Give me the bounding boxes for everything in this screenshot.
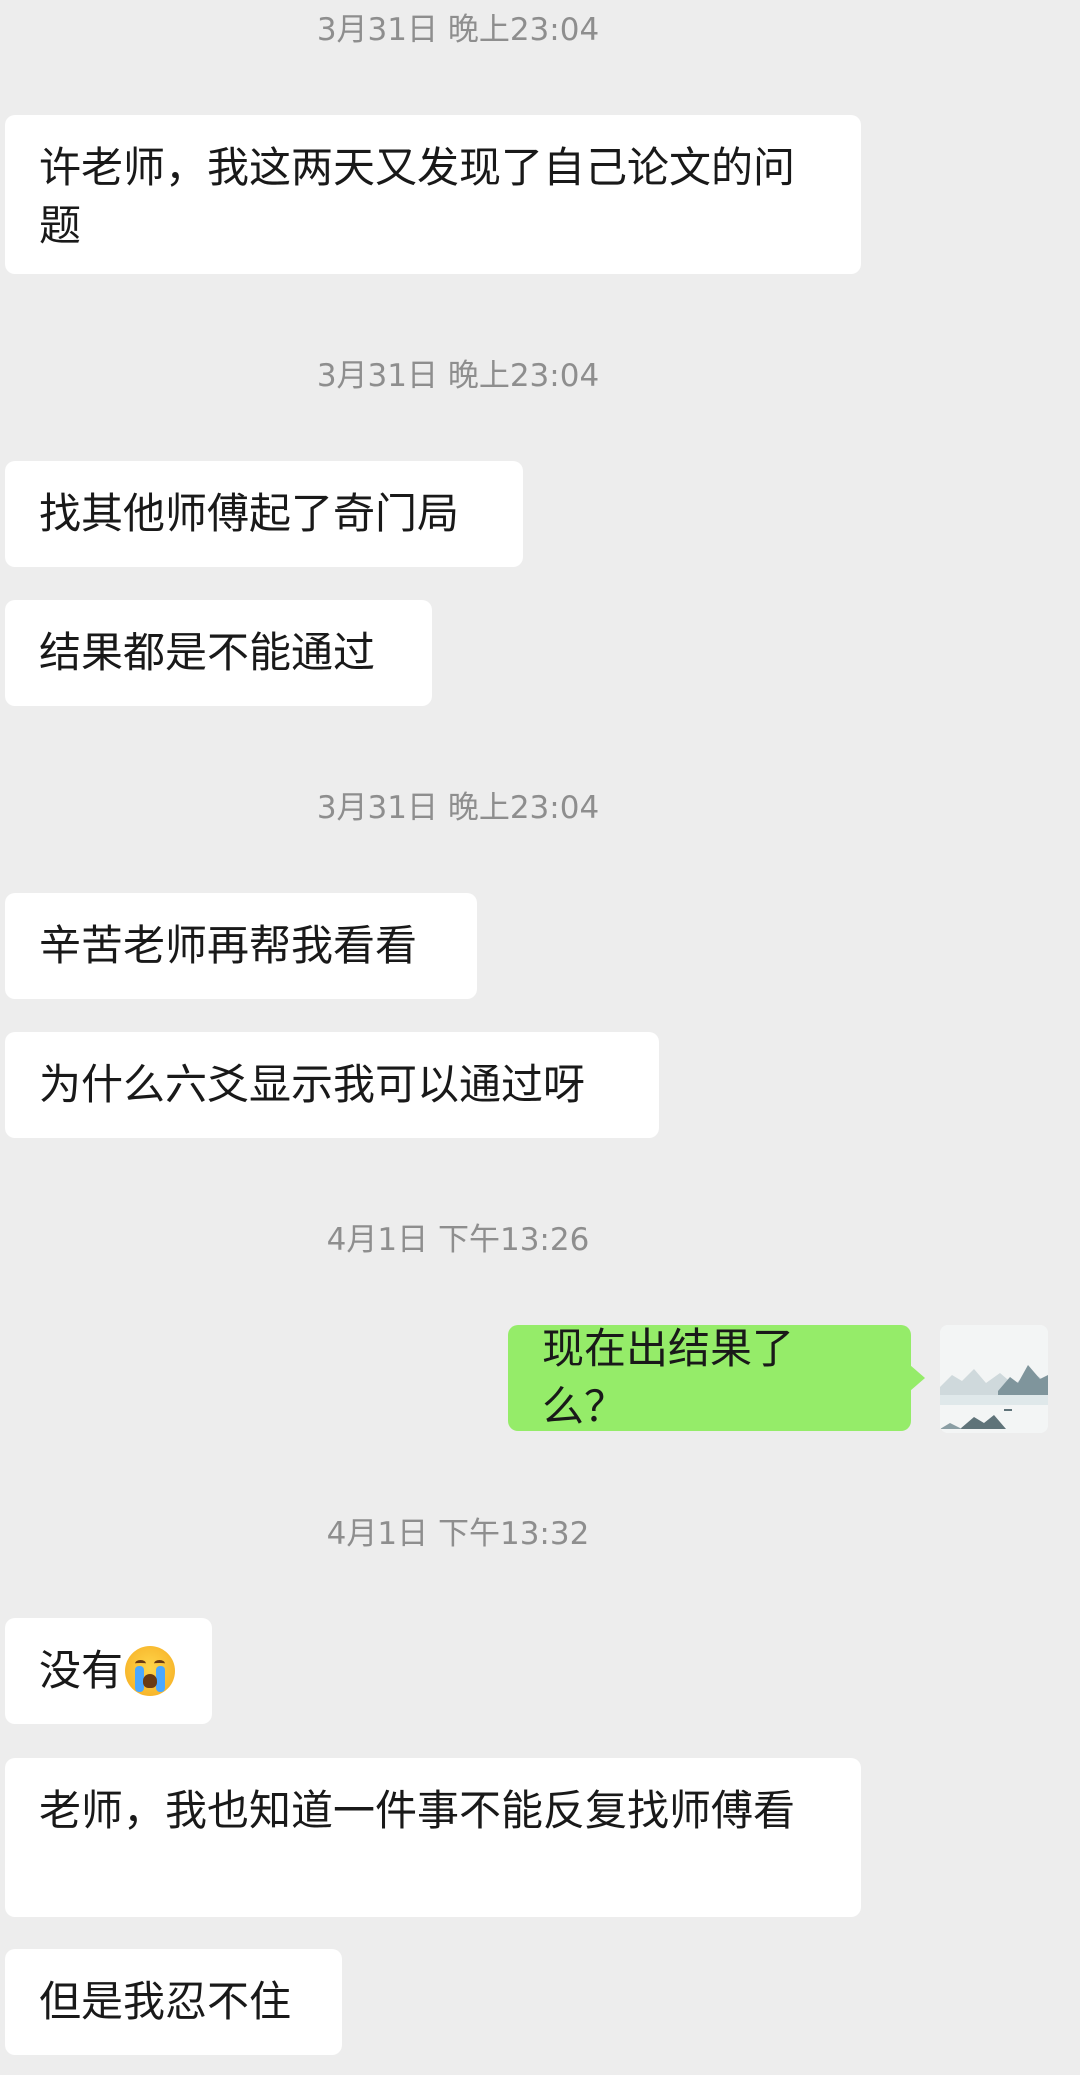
message-timestamp: 3月31日 晚上23:04 xyxy=(316,790,600,826)
received-message-bubble[interactable]: 没有 xyxy=(5,1618,212,1724)
sent-message-bubble[interactable]: 现在出结果了么？ xyxy=(508,1324,925,1431)
received-message-bubble[interactable]: 许老师，我这两天又发现了自己论文的问题 xyxy=(5,115,861,274)
landscape-avatar-icon xyxy=(940,1325,1048,1433)
received-message-bubble[interactable]: 为什么六爻显示我可以通过呀 xyxy=(5,1032,659,1138)
message-text: 许老师，我这两天又发现了自己论文的问题 xyxy=(39,143,796,250)
message-text: 辛苦老师再帮我看看 xyxy=(39,921,418,970)
received-message-bubble[interactable]: 结果都是不能通过 xyxy=(5,600,432,706)
received-message-bubble[interactable]: 老师，我也知道一件事不能反复找师傅看 xyxy=(5,1758,861,1917)
received-message-bubble[interactable]: 找其他师傅起了奇门局 xyxy=(5,461,523,567)
message-timestamp: 4月1日 下午13:26 xyxy=(326,1222,590,1258)
message-timestamp: 4月1日 下午13:32 xyxy=(326,1516,590,1552)
message-text: 没有 xyxy=(39,1646,124,1695)
message-timestamp: 3月31日 晚上23:04 xyxy=(316,358,600,394)
message-text: 现在出结果了么？ xyxy=(542,1324,795,1431)
received-message-bubble[interactable]: 辛苦老师再帮我看看 xyxy=(5,893,477,999)
user-avatar[interactable] xyxy=(940,1325,1048,1433)
message-text: 但是我忍不住 xyxy=(39,1977,292,2026)
message-text: 结果都是不能通过 xyxy=(39,628,376,677)
message-text: 老师，我也知道一件事不能反复找师傅看 xyxy=(39,1786,796,1835)
message-text: 为什么六爻显示我可以通过呀 xyxy=(39,1060,586,1109)
received-message-bubble[interactable]: 但是我忍不住 xyxy=(5,1949,342,2055)
message-timestamp: 3月31日 晚上23:04 xyxy=(316,12,600,48)
loudly-crying-face-icon xyxy=(125,1646,176,1696)
message-text: 找其他师傅起了奇门局 xyxy=(39,489,460,538)
